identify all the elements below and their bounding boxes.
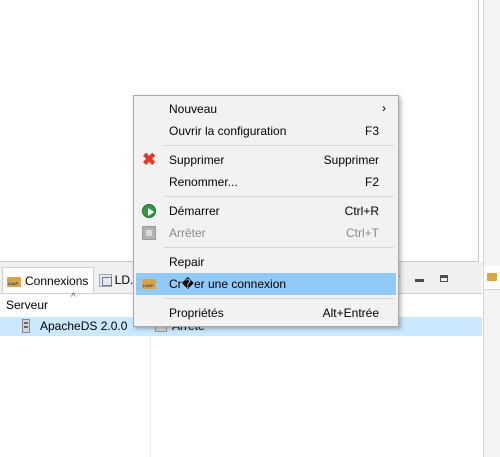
server-name: ApacheDS 2.0.0 [40, 319, 128, 333]
tab-connexions-label: Connexions [25, 273, 89, 288]
menu-item-label: Cr�er une connexion [169, 277, 287, 291]
menu-item-shortcut: F2 [364, 175, 379, 189]
menu-separator [164, 247, 394, 248]
column-header-server[interactable]: Serveur [6, 298, 48, 312]
start-icon [142, 204, 156, 218]
menu-separator [164, 298, 394, 299]
menu-item-shortcut: Ctrl+T [346, 226, 379, 240]
minimize-icon [415, 279, 424, 282]
menu-item-label: Renommer... [169, 175, 238, 189]
menu-item-shortcut: F3 [364, 124, 379, 138]
menu-item-shortcut: Alt+Entrée [322, 306, 379, 320]
right-panel-tab[interactable] [484, 266, 500, 290]
menu-item-label: Supprimer [169, 153, 225, 167]
submenu-arrow-icon: › [382, 101, 386, 115]
menu-item-label: Arrêter [169, 226, 206, 240]
menu-separator [164, 196, 394, 197]
menu-item-rename[interactable]: Renommer... F2 [136, 171, 396, 193]
menu-item-label: Nouveau [169, 102, 218, 116]
menu-item-label: Repair [169, 255, 205, 269]
minimize-button[interactable] [414, 273, 425, 284]
ldap-folder-icon [7, 275, 22, 287]
right-side-panel [483, 0, 500, 457]
tab-connexions[interactable]: Connexions [2, 267, 94, 293]
delete-icon: ✖ [142, 150, 157, 169]
menu-item-open-configuration[interactable]: Ouvrir la configuration F3 [136, 120, 396, 142]
menu-item-label: Ouvrir la configuration [169, 124, 287, 138]
ldap-connection-icon [142, 277, 156, 291]
menu-item-start[interactable]: Démarrer Ctrl+R [136, 200, 396, 222]
server-name-cell: ApacheDS 2.0.0 [22, 319, 127, 333]
menu-item-stop[interactable]: Arrêter Ctrl+T [136, 222, 396, 244]
menu-item-shortcut: Ctrl+R [344, 204, 379, 218]
server-icon [22, 319, 30, 333]
maximize-button[interactable] [438, 273, 449, 284]
menu-item-label: Démarrer [169, 204, 220, 218]
menu-item-new[interactable]: Nouveau › [136, 98, 396, 120]
menu-item-properties[interactable]: Propriétés Alt+Entrée [136, 302, 396, 324]
menu-item-label: Propriétés [169, 306, 224, 320]
menu-item-delete[interactable]: ✖ Supprimer Supprimer [136, 149, 396, 171]
menu-item-shortcut: Supprimer [323, 153, 379, 167]
menu-item-create-connection[interactable]: Cr�er une connexion [136, 273, 396, 295]
folder-icon [487, 273, 497, 281]
context-menu: Nouveau › Ouvrir la configuration F3 ✖ S… [133, 95, 399, 327]
menu-separator [164, 145, 394, 146]
ldap-server-icon [99, 273, 112, 287]
stop-icon [142, 226, 156, 240]
sort-indicator-icon: ^ [71, 292, 76, 303]
maximize-icon [439, 275, 448, 282]
menu-item-repair[interactable]: Repair [136, 251, 396, 273]
